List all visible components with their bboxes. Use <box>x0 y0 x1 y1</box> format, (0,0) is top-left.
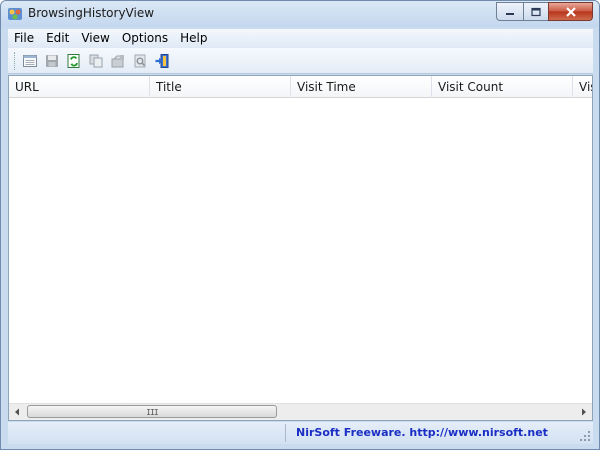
close-button[interactable] <box>548 2 593 21</box>
resize-grip-icon[interactable] <box>579 430 591 442</box>
title-bar[interactable]: BrowsingHistoryView <box>1 1 599 27</box>
exit-icon <box>155 53 169 68</box>
horizontal-scrollbar[interactable]: III <box>9 403 592 420</box>
refresh-icon <box>67 53 80 68</box>
toolbar-grip[interactable] <box>14 51 17 70</box>
column-header-visit-count[interactable]: Visit Count <box>432 76 573 98</box>
minimize-button[interactable] <box>496 2 523 21</box>
caption-buttons <box>496 2 593 21</box>
browsing-history-app-icon[interactable] <box>7 6 23 22</box>
toolbar <box>8 48 593 74</box>
menu-edit[interactable]: Edit <box>40 29 75 48</box>
scroll-left-button[interactable] <box>9 404 26 420</box>
menu-options[interactable]: Options <box>116 29 174 48</box>
properties-icon <box>111 54 125 67</box>
list-body[interactable] <box>9 98 592 403</box>
window-title: BrowsingHistoryView <box>28 6 155 20</box>
menu-help[interactable]: Help <box>174 29 213 48</box>
copy-icon <box>89 54 103 67</box>
find-icon <box>134 54 146 67</box>
app-window: BrowsingHistoryView File Edit View Optio… <box>0 0 600 450</box>
close-icon <box>565 6 576 17</box>
menu-file[interactable]: File <box>8 29 40 48</box>
copy-button[interactable] <box>85 50 107 72</box>
minimize-icon <box>506 12 514 15</box>
html-report-button[interactable] <box>19 50 41 72</box>
html-report-icon <box>23 54 37 67</box>
column-header-title[interactable]: Title <box>150 76 291 98</box>
exit-button[interactable] <box>151 50 173 72</box>
arrow-right-icon <box>582 408 586 416</box>
status-item-count <box>8 424 286 442</box>
column-header-visit-time[interactable]: Visit Time <box>291 76 432 98</box>
scroll-thumb-grip: III <box>146 408 158 417</box>
scroll-right-button[interactable] <box>575 404 592 420</box>
status-bar: NirSoft Freeware. http://www.nirsoft.net <box>8 422 593 444</box>
maximize-button[interactable] <box>523 2 548 21</box>
scroll-thumb[interactable]: III <box>27 405 277 418</box>
history-list-view[interactable]: URL Title Visit Time Visit Count Visited… <box>8 75 593 421</box>
column-header-row: URL Title Visit Time Visit Count Visited… <box>9 76 592 98</box>
maximize-icon <box>531 7 541 16</box>
column-header-visited-from[interactable]: Visited From <box>573 76 592 98</box>
arrow-left-icon <box>15 408 19 416</box>
column-header-url[interactable]: URL <box>9 76 150 98</box>
save-icon <box>46 54 58 67</box>
properties-button[interactable] <box>107 50 129 72</box>
menu-view[interactable]: View <box>75 29 115 48</box>
refresh-button[interactable] <box>63 50 85 72</box>
menu-bar: File Edit View Options Help <box>8 29 593 48</box>
save-button[interactable] <box>41 50 63 72</box>
nirsoft-link[interactable]: NirSoft Freeware. http://www.nirsoft.net <box>296 426 548 439</box>
find-button[interactable] <box>129 50 151 72</box>
